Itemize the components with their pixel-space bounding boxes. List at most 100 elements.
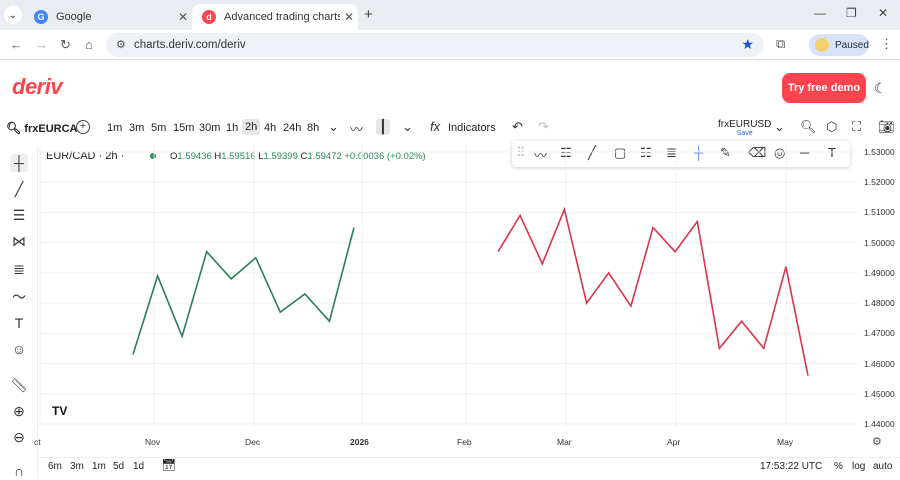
address-bar-row: ← → ↻ ⌂ ⚙ charts.deriv.com/deriv ★: [0, 30, 900, 60]
emoji-icon[interactable]: ☺: [10, 340, 28, 358]
axis-settings-icon[interactable]: ⚙: [872, 435, 882, 448]
wave-icon[interactable]: 〜: [10, 288, 28, 306]
pattern-icon[interactable]: ⋈: [10, 232, 28, 250]
y-tick-label: 1.50000: [864, 237, 895, 248]
y-tick-label: 1.44000: [864, 419, 895, 429]
settings-icon[interactable]: ⬡: [826, 119, 837, 135]
url-text: charts.deriv.com/deriv: [134, 39, 246, 51]
tab-title: Google: [56, 11, 92, 23]
timeframe-5m[interactable]: 5m: [151, 122, 166, 134]
site-info-icon[interactable]: ⚙: [116, 38, 126, 51]
zoom-in-icon[interactable]: ⊕: [10, 402, 28, 420]
calendar-icon[interactable]: 📅︎: [161, 458, 176, 472]
compare-add-icon[interactable]: +: [76, 120, 90, 134]
timeframe-4h[interactable]: 4h: [264, 122, 276, 134]
timeframe-30m[interactable]: 30m: [199, 122, 220, 134]
range-1m[interactable]: 1m: [92, 461, 106, 472]
range-6m[interactable]: 6m: [48, 461, 62, 472]
save-button[interactable]: Save: [718, 130, 771, 137]
tab-google[interactable]: G Google ✕: [24, 4, 192, 30]
timeframe-3m[interactable]: 3m: [129, 122, 144, 134]
chevron-down-icon[interactable]: ⌄: [402, 119, 413, 135]
log-toggle[interactable]: log: [852, 461, 865, 472]
y-tick-label: 1.47000: [864, 328, 895, 339]
compare-pair[interactable]: frxEURUSD Save: [718, 119, 771, 137]
timeframe-24h[interactable]: 24h: [283, 122, 301, 134]
y-tick-label: 1.48000: [864, 298, 895, 309]
x-tick-label: Apr: [667, 437, 681, 447]
more-menu-icon[interactable]: ⋮: [880, 36, 893, 52]
y-tick-label: 1.49000: [864, 267, 895, 278]
utc-clock[interactable]: 17:53:22 UTC: [760, 461, 822, 472]
symbol-search[interactable]: 🔍︎ frxEURCA: [6, 121, 77, 135]
profile-button[interactable]: Paused: [809, 34, 869, 56]
compare-pair-text: frxEURUSD: [718, 119, 772, 130]
line-chart-icon[interactable]: 〰: [350, 119, 363, 138]
back-icon[interactable]: ←: [10, 37, 23, 52]
url-field[interactable]: ⚙ charts.deriv.com/deriv ★: [106, 33, 764, 57]
auto-toggle[interactable]: auto: [873, 461, 892, 472]
chevron-down-icon[interactable]: ⌄: [774, 119, 785, 135]
zoom-out-icon[interactable]: ⊖: [10, 428, 28, 446]
zoom-icon[interactable]: 🔍︎: [800, 119, 817, 135]
ruler-icon[interactable]: 📏︎: [10, 376, 28, 394]
fib-icon[interactable]: ≣: [10, 260, 28, 278]
search-icon: 🔍︎: [6, 121, 22, 135]
try-free-demo-button[interactable]: Try free demo: [782, 73, 866, 103]
drawing-toolbar: ┼ ╱ ☰ ⋈ ≣ 〜 T ☺ 📏︎ ⊕ ⊖ ∩: [0, 146, 38, 479]
forward-icon[interactable]: →: [35, 37, 48, 52]
profile-status: Paused: [835, 39, 869, 51]
range-3m[interactable]: 3m: [70, 461, 84, 472]
bookmark-star-icon[interactable]: ★: [741, 36, 754, 53]
x-tick-label: Mar: [557, 437, 572, 447]
candles-chart-icon[interactable]: ┃: [376, 119, 390, 135]
y-tick-label: 1.45000: [864, 388, 895, 399]
undo-icon[interactable]: ↶: [512, 119, 523, 135]
magnet-icon[interactable]: ∩: [10, 462, 28, 480]
restore-icon[interactable]: ❐: [846, 6, 857, 20]
y-tick-label: 1.53000: [864, 147, 895, 157]
indicators-button[interactable]: Indicators: [448, 122, 496, 134]
chart-series: [132, 206, 809, 376]
timeframe-15m[interactable]: 15m: [173, 122, 194, 134]
fullscreen-icon[interactable]: ⛶: [852, 119, 861, 135]
tab-deriv[interactable]: d Advanced trading charts & tools ✕: [192, 4, 358, 30]
tab-title: Advanced trading charts & tools: [224, 11, 340, 23]
timeframe-2h[interactable]: 2h: [242, 119, 261, 135]
reload-icon[interactable]: ↻: [60, 37, 71, 53]
deriv-favicon-icon: d: [202, 10, 216, 24]
new-tab-icon[interactable]: +: [364, 6, 373, 23]
y-tick-label: 1.52000: [864, 177, 895, 188]
percent-toggle[interactable]: %: [834, 461, 843, 472]
range-1d[interactable]: 1d: [133, 461, 144, 472]
x-tick-label: ct: [34, 437, 41, 447]
indicators-fx-icon[interactable]: fx: [430, 119, 440, 134]
trend-line-icon[interactable]: ╱: [10, 180, 28, 198]
deriv-logo[interactable]: deriv: [12, 74, 63, 100]
x-tick-label: Dec: [245, 437, 261, 447]
redo-icon[interactable]: ↷: [538, 119, 549, 135]
home-icon[interactable]: ⌂: [85, 37, 93, 52]
crosshair-icon[interactable]: ┼: [10, 154, 28, 172]
google-favicon-icon: G: [34, 10, 48, 24]
close-window-icon[interactable]: ✕: [878, 6, 888, 20]
text-icon[interactable]: T: [10, 314, 28, 332]
horizontal-lines-icon[interactable]: ☰: [10, 206, 28, 224]
screenshot-camera-icon[interactable]: 📷︎: [878, 119, 895, 135]
price-chart[interactable]: [38, 143, 862, 433]
chevron-down-icon[interactable]: ⌄: [328, 119, 339, 135]
y-tick-label: 1.46000: [864, 358, 895, 369]
extensions-icon[interactable]: ⧉: [776, 36, 785, 52]
timeframe-8h[interactable]: 8h: [307, 122, 319, 134]
x-tick-label: May: [777, 437, 794, 447]
x-tick-label: 2026: [350, 437, 369, 447]
tab-search-icon[interactable]: ⌄: [4, 6, 22, 24]
close-icon[interactable]: ✕: [174, 10, 192, 24]
range-5d[interactable]: 5d: [113, 461, 124, 472]
series-line-1: [132, 227, 355, 355]
timeframe-1m[interactable]: 1m: [107, 122, 122, 134]
minimize-icon[interactable]: —: [814, 6, 826, 20]
theme-toggle-moon-icon[interactable]: ☾: [874, 80, 887, 97]
close-icon[interactable]: ✕: [340, 10, 358, 24]
timeframe-1h[interactable]: 1h: [226, 122, 238, 134]
